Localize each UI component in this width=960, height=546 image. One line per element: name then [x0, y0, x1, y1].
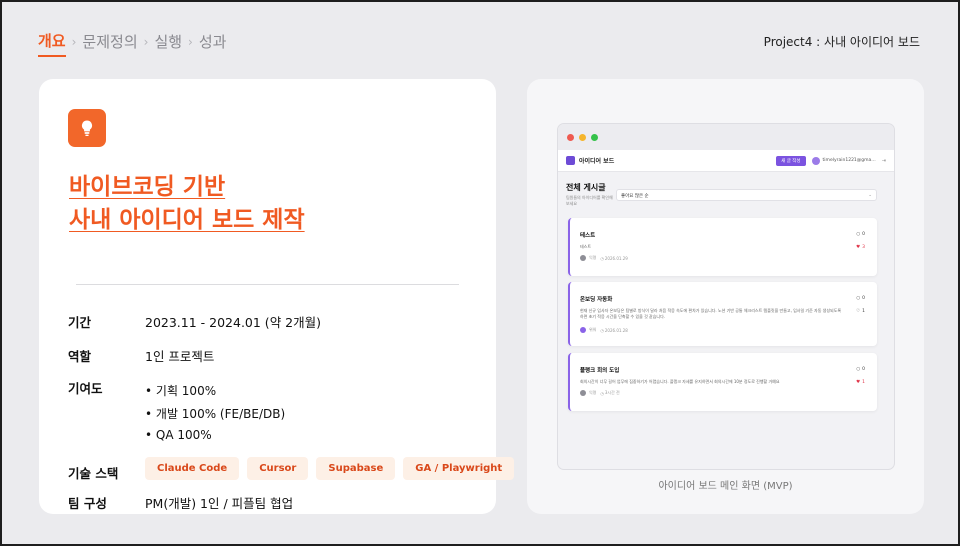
- post-title: 온보딩 자동화: [580, 297, 613, 303]
- comment-count: ○ 0: [856, 232, 865, 237]
- post-card[interactable]: 테스트 테스트 익명 ◷ 2026.01.29 ○ 0 ♥ 3: [568, 218, 877, 276]
- breadcrumb-results[interactable]: 성과: [199, 31, 227, 56]
- clock-icon: ◷: [600, 327, 604, 333]
- period-label: 기간: [68, 315, 92, 330]
- chevron-right-icon: ›: [188, 34, 193, 49]
- window-titlebar: [558, 124, 894, 150]
- post-meta: 익명 ◷ 2026.01.29: [580, 255, 628, 261]
- mock-brand: 아이디어 보드: [579, 158, 615, 165]
- avatar: [811, 156, 820, 165]
- period-value: 2023.11 - 2024.01 (약 2개월): [145, 315, 321, 330]
- post-text: 현재 신규 입사자 온보딩은 팀별로 방식이 달라 처음 적응 속도에 편차가 …: [580, 308, 842, 319]
- post-date: 3시간 전: [604, 390, 620, 395]
- post-meta: 익명 ◷ 3시간 전: [580, 390, 620, 396]
- contrib-list: 기획 100% 개발 100% (FE/BE/DB) QA 100%: [145, 382, 285, 451]
- slide-frame: 개요 › 문제정의 › 실행 › 성과 Project4 : 사내 아이디어 보…: [0, 0, 960, 546]
- comment-icon: ○: [856, 296, 861, 301]
- tech-tag: Supabase: [316, 457, 396, 480]
- like-count[interactable]: ♥ 3: [856, 245, 865, 250]
- comment-icon: ○: [856, 232, 861, 237]
- title-line-2: 사내 아이디어 보드 제작: [69, 207, 305, 233]
- chevron-right-icon: ›: [143, 34, 149, 49]
- mockup-caption: 아이디어 보드 메인 화면 (MVP): [658, 481, 793, 492]
- app-mockup: 아이디어 보드 새 글 작성 timelyrain1221@gma… ⇥ 전체 …: [557, 123, 895, 470]
- role-value: 1인 프로젝트: [145, 349, 215, 364]
- screenshot-card: 아이디어 보드 새 글 작성 timelyrain1221@gma… ⇥ 전체 …: [527, 79, 924, 514]
- heart-icon: ♥: [856, 380, 861, 385]
- breadcrumb-overview[interactable]: 개요: [38, 30, 66, 57]
- like-value: 1: [862, 309, 865, 314]
- page-title: 바이브코딩 기반 사내 아이디어 보드 제작: [69, 171, 305, 237]
- clock-icon: ◷: [600, 390, 604, 396]
- divider: [76, 284, 459, 285]
- like-count[interactable]: ♡ 1: [856, 309, 865, 314]
- clock-icon: ◷: [600, 255, 604, 261]
- heart-outline-icon: ♡: [856, 309, 861, 314]
- minimize-dot-icon: [579, 133, 586, 141]
- breadcrumb: 개요 › 문제정의 › 실행 › 성과: [38, 30, 226, 57]
- chevron-down-icon: ⌄: [868, 193, 872, 198]
- mock-subheading: 팀원들의 아이디어를 확인해보세요: [566, 195, 613, 206]
- post-title: 플랭크 회의 도입: [580, 368, 620, 374]
- post-author: 익명: [589, 255, 597, 260]
- app-logo-icon: [566, 156, 575, 165]
- breadcrumb-execution[interactable]: 실행: [154, 31, 182, 56]
- post-card[interactable]: 온보딩 자동화 현재 신규 입사자 온보딩은 팀별로 방식이 달라 처음 적응 …: [568, 282, 877, 346]
- team-label: 팀 구성: [68, 496, 107, 511]
- avatar: [580, 255, 586, 261]
- chevron-right-icon: ›: [71, 34, 77, 49]
- role-label: 역할: [68, 349, 92, 364]
- comment-icon: ○: [856, 367, 861, 372]
- contrib-label: 기여도: [68, 381, 103, 396]
- tech-tag: Cursor: [247, 457, 309, 480]
- post-date: 2026.01.28: [604, 327, 628, 333]
- tech-label: 기술 스택: [68, 466, 119, 481]
- post-text: 회의시간이 너무 길어 업무에 집중하기가 어렵습니다. 플랭크 자세를 유지하…: [580, 379, 780, 384]
- heart-icon: ♥: [856, 245, 861, 250]
- sort-select[interactable]: 좋아요 많은 순 ⌄: [616, 189, 877, 201]
- user-email: timelyrain1221@gma…: [822, 158, 876, 163]
- maximize-dot-icon: [591, 133, 598, 141]
- logout-icon[interactable]: ⇥: [882, 158, 886, 164]
- breadcrumb-problem[interactable]: 문제정의: [82, 31, 137, 56]
- avatar: [580, 327, 586, 333]
- contrib-item: QA 100%: [145, 428, 285, 451]
- post-date: 2026.01.29: [604, 255, 628, 261]
- lightbulb-icon: [68, 109, 106, 147]
- team-value: PM(개발) 1인 / 피플팀 협업: [145, 496, 294, 511]
- close-dot-icon: [567, 133, 574, 141]
- tech-tag: GA / Playwright: [403, 457, 515, 480]
- sort-value: 좋아요 많은 순: [621, 194, 649, 199]
- comment-value: 0: [862, 367, 865, 372]
- like-value: 3: [862, 245, 865, 250]
- contrib-item: 기획 100%: [145, 382, 285, 405]
- comment-count: ○ 0: [856, 367, 865, 372]
- tech-tag: Claude Code: [145, 457, 240, 480]
- comment-value: 0: [862, 296, 865, 301]
- contrib-item: 개발 100% (FE/BE/DB): [145, 405, 285, 428]
- avatar: [580, 390, 586, 396]
- mock-header: 아이디어 보드 새 글 작성 timelyrain1221@gma… ⇥: [558, 150, 894, 172]
- new-post-button[interactable]: 새 글 작성: [776, 155, 806, 166]
- post-author: 위워: [589, 327, 597, 332]
- tech-tags: Claude Code Cursor Supabase GA / Playwri…: [145, 457, 515, 480]
- overview-card: 바이브코딩 기반 사내 아이디어 보드 제작 기간 2023.11 - 2024…: [39, 79, 515, 514]
- comment-count: ○ 0: [856, 296, 865, 301]
- project-label: Project4 : 사내 아이디어 보드: [763, 35, 920, 49]
- comment-value: 0: [862, 232, 865, 237]
- title-line-1: 바이브코딩 기반: [69, 174, 226, 200]
- post-author: 익명: [589, 390, 597, 395]
- like-value: 1: [862, 380, 865, 385]
- post-title: 테스트: [580, 233, 596, 239]
- post-card[interactable]: 플랭크 회의 도입 회의시간이 너무 길어 업무에 집중하기가 어렵습니다. 플…: [568, 353, 877, 411]
- post-meta: 위워 ◷ 2026.01.28: [580, 327, 628, 333]
- post-text: 테스트: [580, 244, 592, 249]
- like-count[interactable]: ♥ 1: [856, 380, 865, 385]
